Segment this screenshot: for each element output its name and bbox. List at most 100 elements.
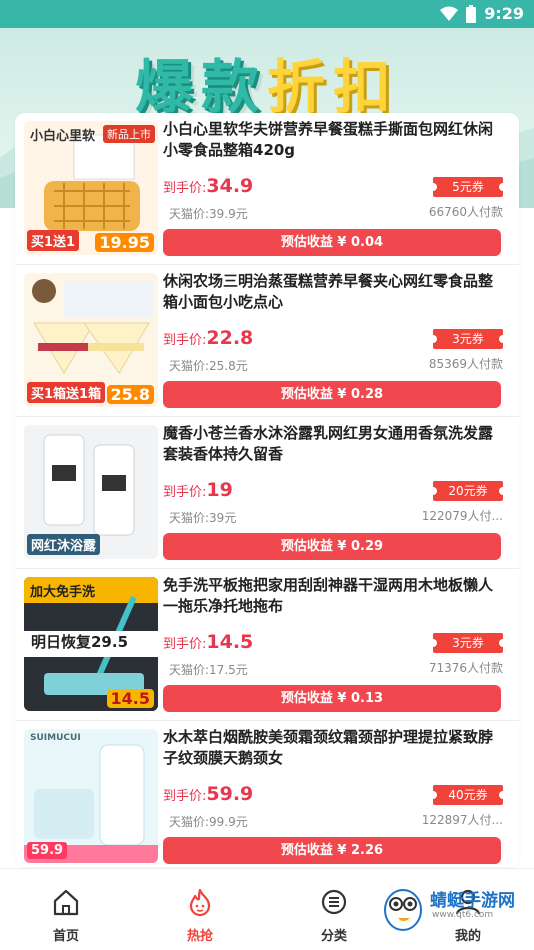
flame-icon — [189, 888, 211, 917]
coupon-badge[interactable]: 3元券 — [429, 329, 507, 349]
product-thumbnail[interactable]: 网红沐浴露 — [24, 425, 158, 559]
tmall-label: 天猫价: — [169, 815, 210, 829]
product-thumbnail[interactable]: SUIMUCUI 59.9 — [24, 729, 158, 863]
earn-label: 预估收益 ¥ — [280, 691, 352, 706]
banner-title-part1: 爆款 — [134, 53, 267, 121]
thumbnail-brand: 小白心里软 — [30, 129, 96, 144]
product-item[interactable]: SUIMUCUI 59.9 水木萃白烟酰胺美颈霜颈纹霜颈部护理提拉紧致脖子纹颈膜… — [15, 721, 519, 867]
thumbnail-price: 25.8 — [106, 385, 154, 404]
tmall-value: 39元 — [209, 511, 237, 525]
tmall-label: 天猫价: — [169, 207, 210, 221]
price-label: 到手价: — [163, 637, 207, 652]
tmall-label: 天猫价: — [169, 359, 210, 373]
coupon-badge[interactable]: 3元券 — [429, 633, 507, 653]
price-value: 59.9 — [206, 783, 254, 805]
tmall-value: 17.5元 — [209, 663, 248, 677]
price-label: 到手价: — [163, 485, 207, 500]
price-row: 到手价:22.8 — [163, 327, 253, 349]
price-label: 到手价: — [163, 789, 207, 804]
nav-hot[interactable]: 热抢 — [150, 869, 250, 950]
product-title[interactable]: 水木萃白烟酰胺美颈霜颈纹霜颈部护理提拉紧致脖子纹颈膜天鹅颈女 — [163, 727, 503, 769]
price-row: 到手价:59.9 — [163, 783, 253, 805]
sold-count: 85369人付款 — [428, 357, 503, 371]
status-bar: 9:29 — [0, 0, 534, 28]
nav-hot-label: 热抢 — [186, 929, 213, 944]
tmall-value: 39.9元 — [209, 207, 248, 221]
price-value: 34.9 — [206, 175, 254, 197]
tmall-value: 99.9元 — [209, 815, 248, 829]
tmall-price: 天猫价:17.5元 — [169, 661, 248, 678]
thumbnail-promo: 买1箱送1箱 — [27, 382, 106, 403]
thumbnail-badge: 新品上市 — [103, 125, 155, 143]
tmall-label: 天猫价: — [169, 663, 210, 677]
nav-category[interactable]: 分类 — [284, 869, 384, 950]
price-value: 22.8 — [206, 327, 254, 349]
sold-count: 66760人付款 — [428, 205, 503, 219]
thumbnail-promo: 网红沐浴露 — [27, 534, 101, 555]
banner-title: 爆款折扣 — [0, 40, 534, 124]
price-value: 19 — [206, 479, 233, 501]
price-row: 到手价:34.9 — [163, 175, 253, 197]
product-item[interactable]: 加大免手洗 明日恢复29.5 14.5 免手洗平板拖把家用刮刮神器干湿两用木地板… — [15, 569, 519, 721]
home-icon — [53, 889, 79, 916]
nav-home-label: 首页 — [52, 929, 79, 944]
status-icons: 9:29 — [440, 4, 524, 23]
thumbnail-promo: 59.9 — [27, 842, 68, 859]
estimated-earnings-button[interactable]: 预估收益 ¥ 0.13 — [163, 685, 501, 712]
thumbnail-price: 19.95 — [95, 233, 154, 252]
nav-home[interactable]: 首页 — [16, 869, 116, 950]
estimated-earnings-button[interactable]: 预估收益 ¥ 0.28 — [163, 381, 501, 408]
status-time: 9:29 — [484, 4, 524, 23]
product-title[interactable]: 免手洗平板拖把家用刮刮神器干湿两用木地板懒人一拖乐净托地拖布 — [163, 575, 503, 617]
coupon-badge[interactable]: 5元券 — [429, 177, 507, 197]
sold-count: 122897人付... — [421, 813, 503, 827]
thumbnail-promo: 明日恢复29.5 — [31, 633, 129, 651]
estimated-earnings-button[interactable]: 预估收益 ¥ 2.26 — [163, 837, 501, 864]
watermark: 蜻蜓手游网 www.qt6.com — [378, 874, 528, 944]
product-item[interactable]: 买1箱送1箱 25.8 休闲农场三明治蒸蛋糕营养早餐夹心网红零食品整箱小面包小吃… — [15, 265, 519, 417]
estimated-earnings-button[interactable]: 预估收益 ¥ 0.29 — [163, 533, 501, 560]
tmall-price: 天猫价:39元 — [169, 509, 236, 526]
earn-value: 2.26 — [351, 843, 384, 858]
nav-category-label: 分类 — [320, 929, 347, 944]
tmall-price: 天猫价:39.9元 — [169, 205, 248, 222]
estimated-earnings-button[interactable]: 预估收益 ¥ 0.04 — [163, 229, 501, 256]
product-thumbnail[interactable]: 小白心里软 新品上市 买1送1 19.95 — [24, 121, 158, 255]
price-label: 到手价: — [163, 333, 207, 348]
thumbnail-promo: 买1送1 — [27, 230, 80, 251]
earn-value: 0.29 — [351, 539, 384, 554]
thumbnail-brand: 加大免手洗 — [30, 585, 96, 600]
sold-count: 122079人付... — [421, 509, 503, 523]
price-value: 14.5 — [206, 631, 254, 653]
watermark-url: www.qt6.com — [432, 910, 494, 920]
earn-label: 预估收益 ¥ — [280, 387, 352, 402]
dragonfly-logo-icon — [384, 889, 422, 931]
coupon-badge[interactable]: 20元券 — [429, 481, 507, 501]
price-row: 到手价:19 — [163, 479, 233, 501]
product-title[interactable]: 休闲农场三明治蒸蛋糕营养早餐夹心网红零食品整箱小面包小吃点心 — [163, 271, 503, 313]
earn-label: 预估收益 ¥ — [280, 843, 352, 858]
product-item[interactable]: 网红沐浴露 魔香小苍兰香水沐浴露乳网红男女通用香氛洗发露套装香体持久留香 到手价… — [15, 417, 519, 569]
sold-count: 71376人付款 — [428, 661, 503, 675]
earn-label: 预估收益 ¥ — [280, 235, 352, 250]
thumbnail-brand: SUIMUCUI — [30, 733, 81, 743]
product-thumbnail[interactable]: 加大免手洗 明日恢复29.5 14.5 — [24, 577, 158, 711]
price-row: 到手价:14.5 — [163, 631, 253, 653]
product-title[interactable]: 魔香小苍兰香水沐浴露乳网红男女通用香氛洗发露套装香体持久留香 — [163, 423, 503, 465]
coupon-badge[interactable]: 40元券 — [429, 785, 507, 805]
thumbnail-price: 14.5 — [106, 689, 154, 708]
wifi-icon — [440, 6, 459, 21]
product-thumbnail[interactable]: 买1箱送1箱 25.8 — [24, 273, 158, 407]
price-label: 到手价: — [163, 181, 207, 196]
product-list[interactable]: 小白心里软 新品上市 买1送1 19.95 小白心里软华夫饼营养早餐蛋糕手撕面包… — [15, 113, 519, 867]
tmall-value: 25.8元 — [209, 359, 248, 373]
product-title[interactable]: 小白心里软华夫饼营养早餐蛋糕手撕面包网红休闲小零食品整箱420g — [163, 119, 503, 161]
category-icon — [321, 889, 347, 915]
watermark-text: 蜻蜓手游网 — [430, 891, 515, 911]
product-item[interactable]: 小白心里软 新品上市 买1送1 19.95 小白心里软华夫饼营养早餐蛋糕手撕面包… — [15, 113, 519, 265]
banner-title-part2: 折扣 — [267, 53, 400, 121]
earn-value: 0.04 — [351, 235, 384, 250]
earn-value: 0.28 — [351, 387, 384, 402]
tmall-price: 天猫价:99.9元 — [169, 813, 248, 830]
earn-label: 预估收益 ¥ — [280, 539, 352, 554]
